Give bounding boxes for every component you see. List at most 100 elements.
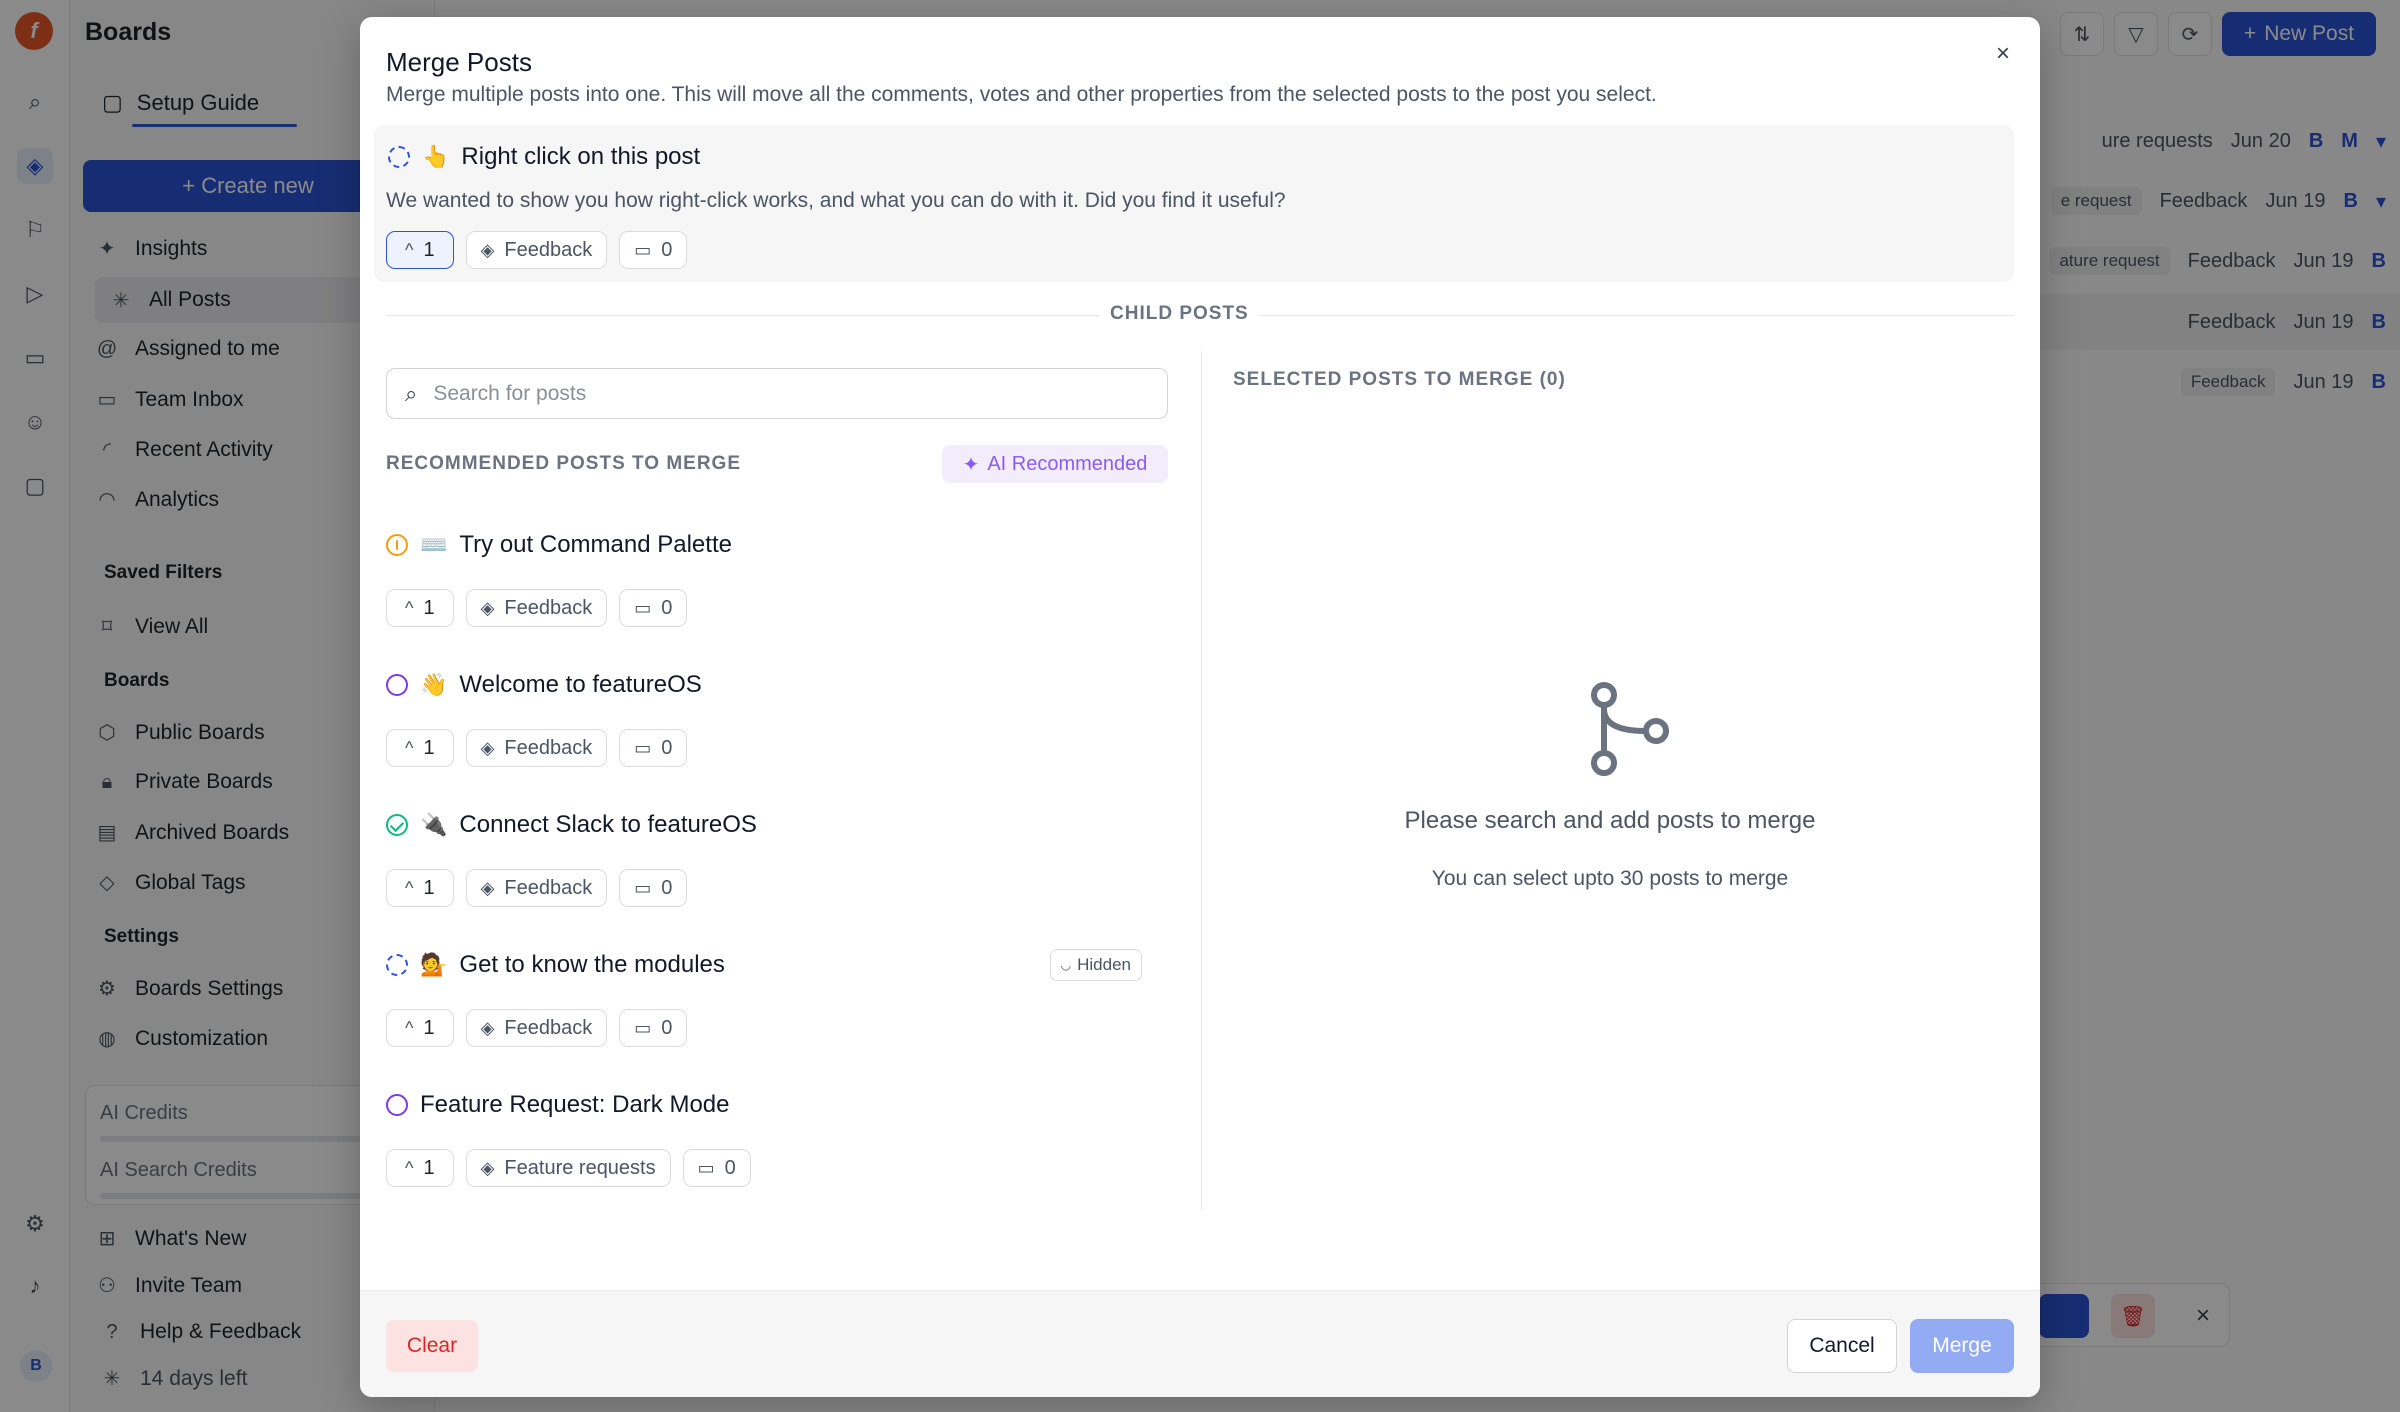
upvote-button[interactable]: ^ 1	[386, 589, 454, 627]
parent-post-title: Right click on this post	[461, 143, 701, 170]
comment-icon: ▭	[634, 877, 652, 898]
comment-count: 0	[724, 1156, 736, 1179]
vote-count: 1	[423, 876, 435, 899]
recommended-post[interactable]: 🔌 Connect Slack to featureOS ^ 1 ◈ Feedbac…	[386, 811, 1168, 931]
post-meta: ^ 1 ◈ Feature requests ▭ 0	[386, 1149, 751, 1187]
post-emoji: ⌨️	[420, 532, 448, 558]
ai-recommended-badge: ✦ AI Recommended	[942, 445, 1168, 483]
comment-count: 0	[661, 596, 673, 619]
post-title: Try out Command Palette	[459, 531, 732, 558]
ai-recommended-label: AI Recommended	[987, 452, 1148, 475]
board-name: Feedback	[504, 736, 593, 759]
parent-post-emoji: 👆	[422, 144, 450, 170]
upvote-button[interactable]: ^ 1	[386, 231, 454, 269]
layers-icon: ◈	[480, 877, 495, 898]
layers-icon: ◈	[480, 239, 495, 260]
layers-icon: ◈	[480, 1017, 495, 1038]
merge-button[interactable]: Merge	[1910, 1319, 2014, 1373]
clear-button[interactable]: Clear	[386, 1320, 478, 1372]
vote-count: 1	[423, 596, 435, 619]
board-name: Feedback	[504, 596, 593, 619]
board-chip: ◈ Feedback	[465, 589, 608, 627]
parent-post-card: 👆 Right click on this post We wanted to …	[374, 125, 2014, 282]
post-title-row: 🔌 Connect Slack to featureOS	[386, 811, 757, 839]
comment-count: 0	[661, 1016, 673, 1039]
post-meta: ^ 1 ◈ Feedback ▭ 0	[386, 1009, 688, 1047]
open-status-icon	[386, 674, 408, 696]
post-meta: ^ 1 ◈ Feedback ▭ 0	[386, 729, 688, 767]
post-emoji: 🔌	[420, 812, 448, 838]
board-name: Feature requests	[504, 1156, 656, 1179]
sparkle-icon: ✦	[962, 453, 980, 476]
post-search-box: ⌕	[386, 368, 1168, 419]
post-title: Get to know the modules	[459, 951, 725, 978]
upvote-button[interactable]: ^ 1	[386, 1009, 454, 1047]
comment-icon: ▭	[634, 239, 652, 260]
board-chip: ◈ Feedback	[465, 1009, 608, 1047]
board-name: Feedback	[504, 238, 593, 261]
post-title: Welcome to featureOS	[459, 671, 702, 698]
comments-chip: ▭ 0	[619, 729, 688, 767]
chevron-up-icon: ^	[405, 1157, 414, 1178]
layers-icon: ◈	[480, 1157, 495, 1178]
vote-count: 1	[423, 736, 435, 759]
close-icon[interactable]: ×	[1988, 39, 2018, 69]
recommended-label: RECOMMENDED POSTS TO MERGE	[386, 453, 742, 474]
post-emoji: 💁	[420, 952, 448, 978]
recommended-post[interactable]: 👋 Welcome to featureOS ^ 1 ◈ Feedback ▭ 0	[386, 671, 1168, 791]
comments-chip: ▭ 0	[682, 1149, 751, 1187]
chevron-up-icon: ^	[405, 1017, 414, 1038]
upvote-button[interactable]: ^ 1	[386, 869, 454, 907]
chevron-up-icon: ^	[405, 877, 414, 898]
upvote-button[interactable]: ^ 1	[386, 1149, 454, 1187]
parent-post-meta: ^ 1 ◈ Feedback ▭ 0	[386, 231, 688, 269]
modal-title: Merge Posts	[386, 47, 532, 77]
column-separator	[1201, 351, 1202, 1211]
post-title: Feature Request: Dark Mode	[420, 1091, 730, 1118]
empty-state-subtitle: You can select upto 30 posts to merge	[1431, 867, 1789, 890]
eye-off-icon: ◡	[1060, 958, 1072, 972]
hidden-badge: ◡ Hidden	[1049, 949, 1142, 981]
chevron-up-icon: ^	[405, 239, 414, 260]
comments-chip: ▭ 0	[619, 231, 688, 269]
empty-state-title: Please search and add posts to merge	[1404, 807, 1816, 834]
board-chip: ◈ Feedback	[465, 729, 608, 767]
post-meta: ^ 1 ◈ Feedback ▭ 0	[386, 869, 688, 907]
modal-footer: Clear Cancel Merge	[360, 1290, 2040, 1397]
child-posts-label: CHILD POSTS	[1100, 303, 1259, 325]
in-progress-status-icon	[386, 954, 408, 976]
hidden-label: Hidden	[1077, 955, 1131, 974]
vote-count: 1	[423, 1156, 435, 1179]
parent-post-title-row: 👆 Right click on this post	[388, 143, 700, 171]
upvote-button[interactable]: ^ 1	[386, 729, 454, 767]
board-name: Feedback	[504, 876, 593, 899]
completed-status-icon	[386, 814, 408, 836]
post-title: Connect Slack to featureOS	[459, 811, 757, 838]
post-title-row: Feature Request: Dark Mode	[386, 1091, 729, 1119]
board-chip: ◈ Feature requests	[465, 1149, 671, 1187]
chevron-up-icon: ^	[405, 597, 414, 618]
recommended-post[interactable]: Feature Request: Dark Mode ^ 1 ◈ Feature r…	[386, 1091, 1168, 1211]
post-title-row: 💁 Get to know the modules	[386, 951, 725, 979]
search-input[interactable]	[433, 381, 1134, 406]
post-title-row: 👋 Welcome to featureOS	[386, 671, 702, 699]
comment-icon: ▭	[634, 597, 652, 618]
open-status-icon	[386, 1094, 408, 1116]
under-review-status-icon	[386, 534, 408, 556]
in-progress-status-icon	[388, 146, 410, 168]
vote-count: 1	[423, 238, 435, 261]
recommended-post[interactable]: ⌨️ Try out Command Palette ^ 1 ◈ Feedback …	[386, 531, 1168, 651]
comments-chip: ▭ 0	[619, 1009, 688, 1047]
comment-count: 0	[661, 876, 673, 899]
post-emoji: 👋	[420, 672, 448, 698]
selected-posts-label: SELECTED POSTS TO MERGE (0)	[1233, 369, 1566, 390]
board-name: Feedback	[504, 1016, 593, 1039]
layers-icon: ◈	[480, 597, 495, 618]
comment-icon: ▭	[634, 1017, 652, 1038]
chevron-up-icon: ^	[405, 737, 414, 758]
comments-chip: ▭ 0	[619, 869, 688, 907]
recommended-post[interactable]: 💁 Get to know the modules ◡ Hidden ^ 1 ◈ F…	[386, 949, 1168, 1071]
vote-count: 1	[423, 1016, 435, 1039]
search-icon: ⌕	[405, 380, 418, 406]
cancel-button[interactable]: Cancel	[1787, 1319, 1897, 1373]
